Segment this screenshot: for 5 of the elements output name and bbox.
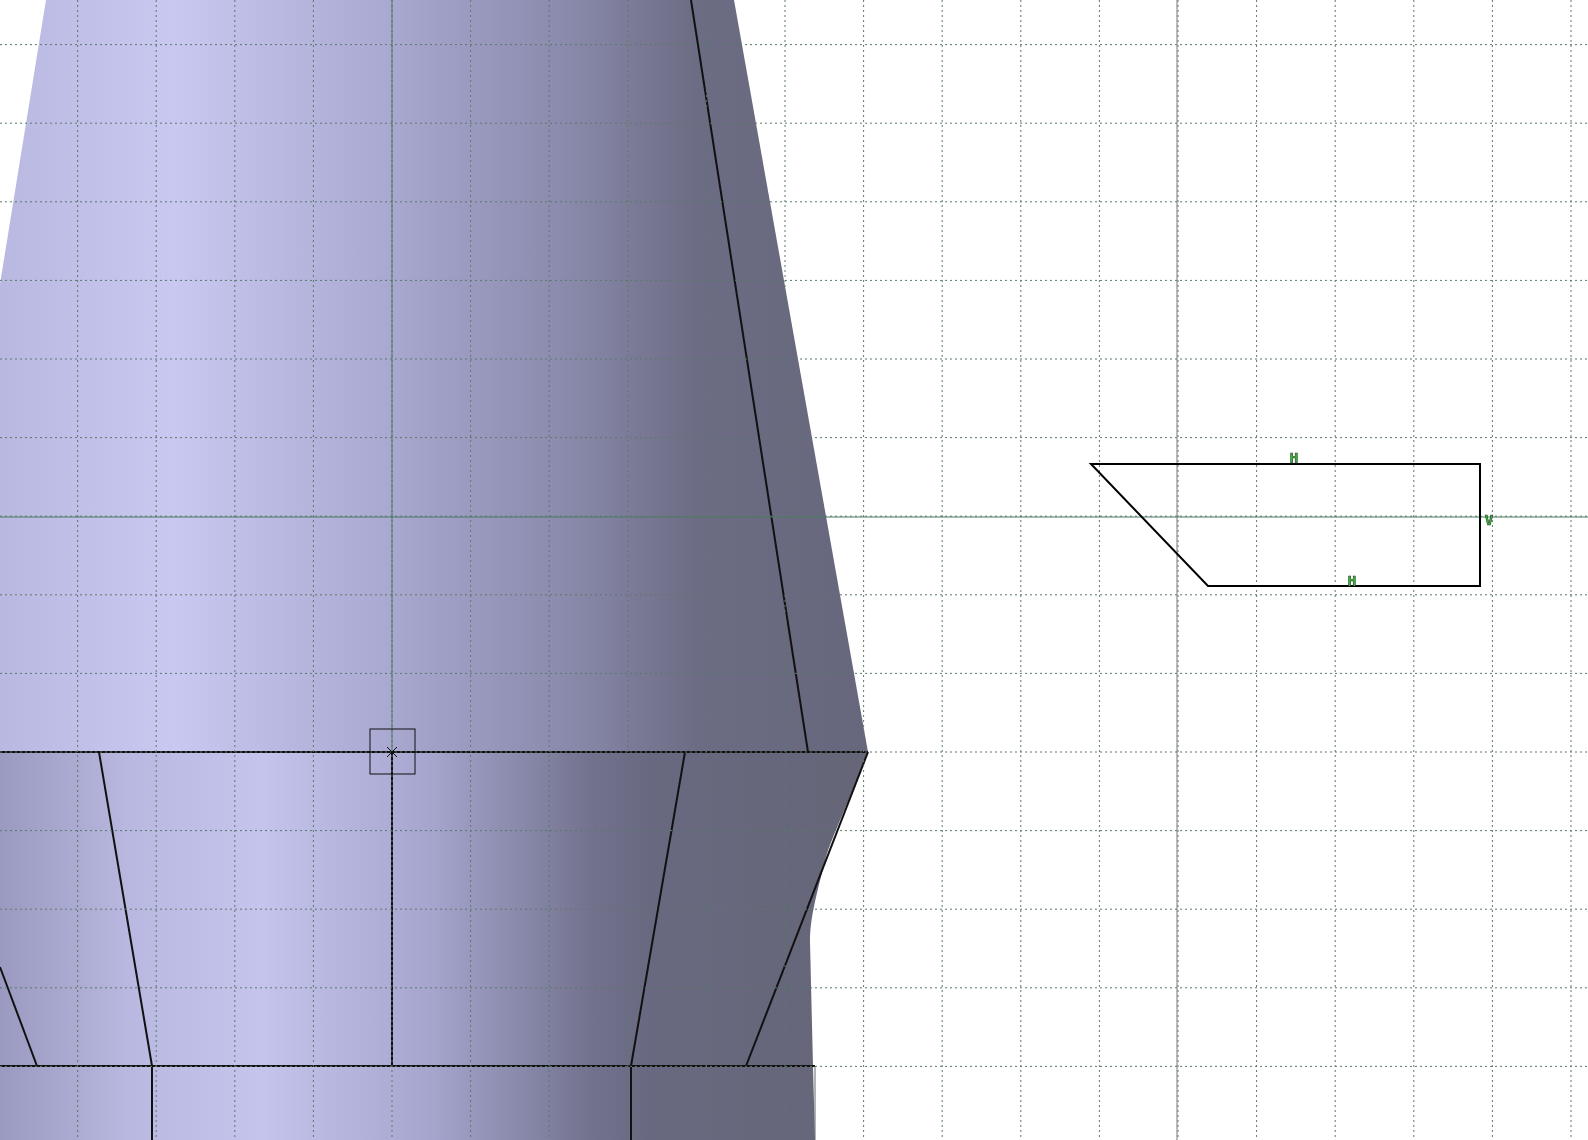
vertical-constraint-label: V [1484,512,1494,528]
horizontal-constraint-label: H [1289,450,1299,466]
sketch-profile[interactable] [1088,463,1481,587]
horizontal-constraint-label: H [1347,573,1357,589]
crosshair-icon [369,728,416,775]
